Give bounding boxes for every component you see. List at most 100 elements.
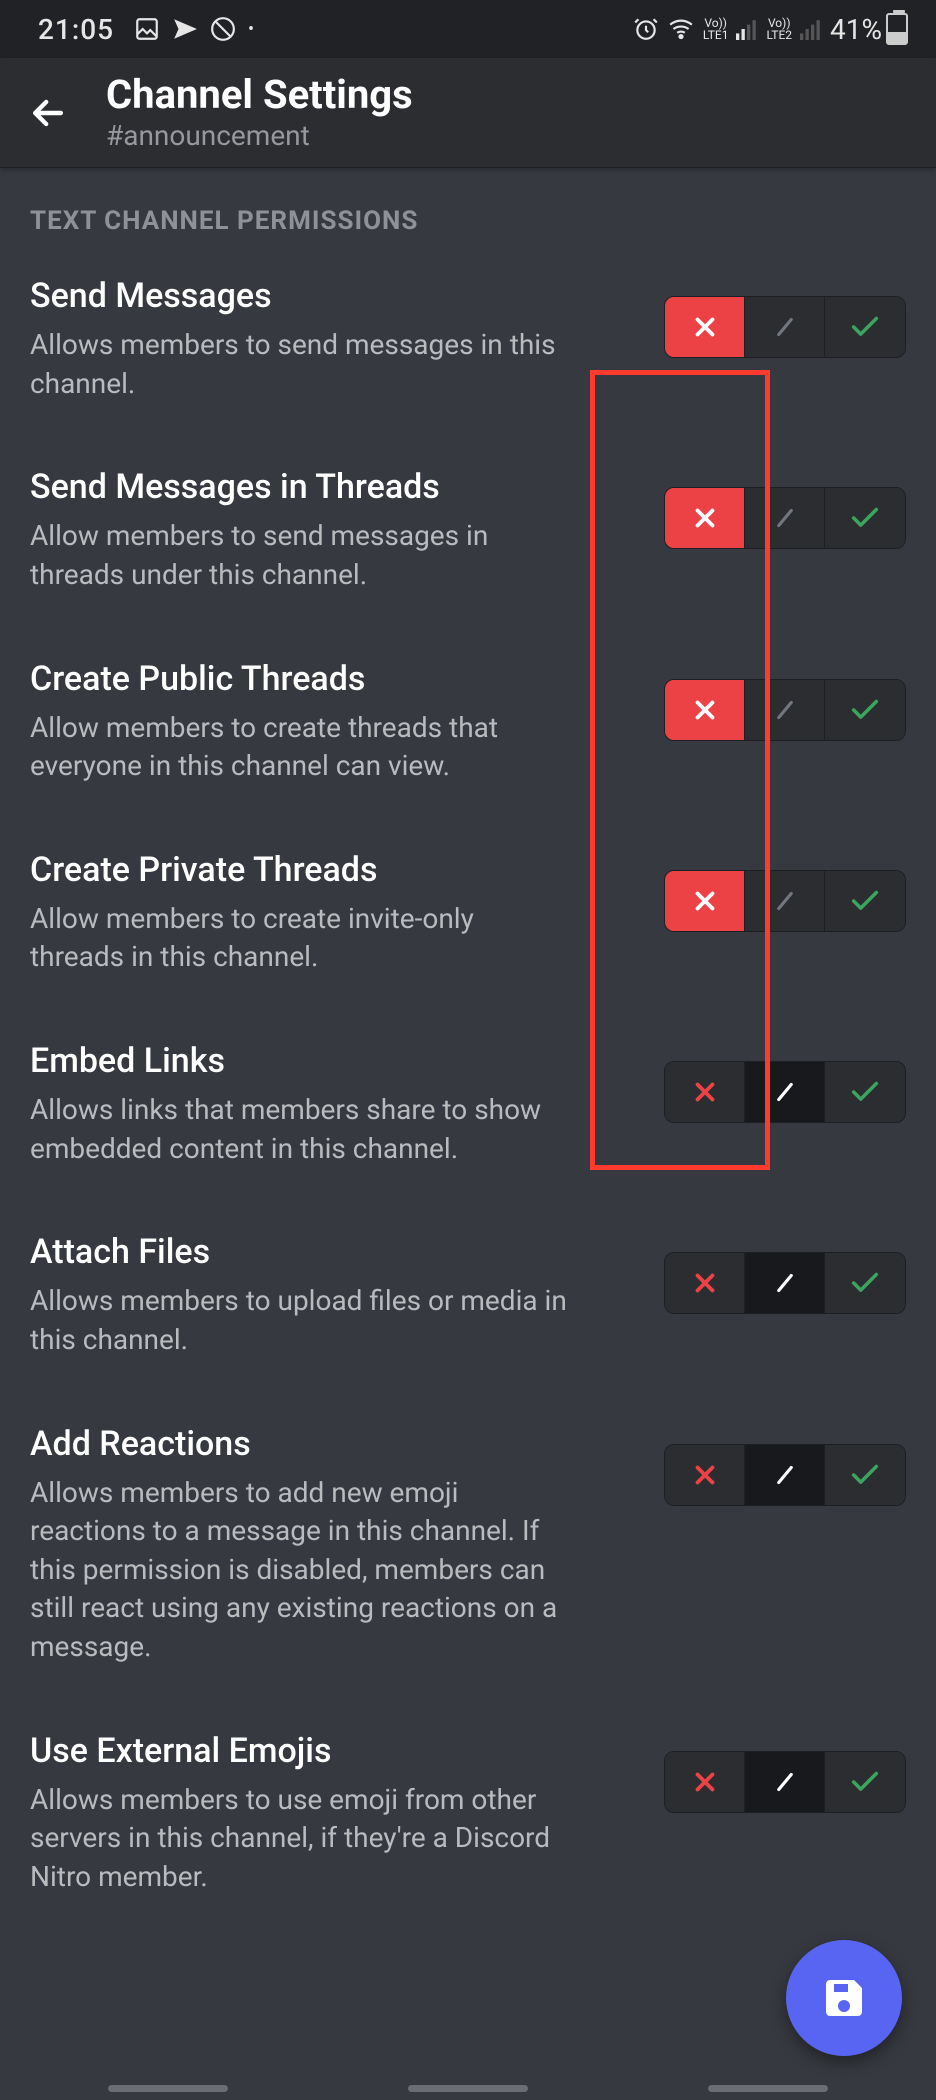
permission-row: Attach FilesAllows members to upload fil… bbox=[30, 1232, 906, 1359]
permission-allow-button[interactable] bbox=[825, 1752, 905, 1812]
slash-icon bbox=[770, 1767, 800, 1797]
app-header: Channel Settings #announcement bbox=[0, 58, 936, 168]
permission-toggle bbox=[664, 487, 906, 549]
header-titles: Channel Settings #announcement bbox=[106, 73, 413, 152]
permission-allow-button[interactable] bbox=[825, 488, 905, 548]
permission-title: Send Messages bbox=[30, 276, 570, 316]
permission-allow-button[interactable] bbox=[825, 297, 905, 357]
x-icon bbox=[690, 695, 720, 725]
permissions-list: Send Messages Allows members to send mess… bbox=[30, 276, 906, 1897]
permission-text: Send Messages Allows members to send mess… bbox=[30, 276, 590, 403]
permission-description: Allow members to send messages in thread… bbox=[30, 517, 570, 594]
permission-deny-button[interactable] bbox=[665, 871, 745, 931]
permission-neutral-button[interactable] bbox=[745, 1253, 825, 1313]
slash-icon bbox=[770, 503, 800, 533]
permission-title: Embed Links bbox=[30, 1041, 570, 1081]
nav-bar-segment bbox=[108, 2085, 228, 2092]
permission-toggle bbox=[664, 296, 906, 358]
permission-neutral-button[interactable] bbox=[745, 871, 825, 931]
permission-toggle bbox=[664, 1061, 906, 1123]
battery-indicator: 41% bbox=[830, 13, 908, 46]
permission-neutral-button[interactable] bbox=[745, 1445, 825, 1505]
permission-deny-button[interactable] bbox=[665, 680, 745, 740]
back-button[interactable] bbox=[24, 89, 72, 137]
check-icon bbox=[848, 310, 882, 344]
permission-neutral-button[interactable] bbox=[745, 1752, 825, 1812]
permission-description: Allows members to add new emoji reaction… bbox=[30, 1474, 570, 1667]
x-icon bbox=[690, 1077, 720, 1107]
permission-text: Create Public ThreadsAllow members to cr… bbox=[30, 659, 590, 786]
x-icon bbox=[690, 312, 720, 342]
content-area: TEXT CHANNEL PERMISSIONS Send MessagesAl… bbox=[0, 168, 936, 1897]
permission-title: Send Messages in Threads bbox=[30, 467, 570, 507]
x-icon bbox=[690, 503, 720, 533]
permission-row: Create Public ThreadsAllow members to cr… bbox=[30, 659, 906, 786]
permission-deny-button[interactable] bbox=[665, 297, 745, 357]
send-icon bbox=[172, 16, 198, 42]
permission-row: Create Private ThreadsAllow members to c… bbox=[30, 850, 906, 977]
permission-description: Allows links that members share to show … bbox=[30, 1091, 570, 1168]
check-icon bbox=[848, 501, 882, 535]
permission-neutral-button[interactable] bbox=[745, 488, 825, 548]
permission-allow-button[interactable] bbox=[825, 1062, 905, 1122]
permission-neutral-button[interactable] bbox=[745, 680, 825, 740]
status-bar: 21:05 • Vo)) LTE1 Vo)) LTE2 bbox=[0, 0, 936, 58]
save-icon bbox=[820, 1974, 868, 2022]
x-icon bbox=[690, 886, 720, 916]
permission-deny-button[interactable] bbox=[665, 1445, 745, 1505]
x-icon bbox=[690, 1460, 720, 1490]
permission-toggle bbox=[664, 679, 906, 741]
permission-deny-button[interactable] bbox=[665, 488, 745, 548]
permission-row: Use External EmojisAllows members to use… bbox=[30, 1731, 906, 1897]
permission-text: Send Messages in Threads Allow members to… bbox=[30, 467, 590, 594]
permission-text: Add Reactions Allows members to add new e… bbox=[30, 1424, 590, 1667]
x-icon bbox=[690, 1268, 720, 1298]
permission-deny-button[interactable] bbox=[665, 1752, 745, 1812]
battery-icon bbox=[886, 13, 908, 45]
permission-title: Create Public Threads bbox=[30, 659, 570, 699]
permission-text: Create Private ThreadsAllow members to c… bbox=[30, 850, 590, 977]
check-icon bbox=[848, 693, 882, 727]
nav-bar-segment bbox=[708, 2085, 828, 2092]
battery-percentage: 41% bbox=[830, 13, 882, 46]
permission-allow-button[interactable] bbox=[825, 1253, 905, 1313]
dnd-icon bbox=[210, 16, 236, 42]
permission-toggle bbox=[664, 1252, 906, 1314]
x-icon bbox=[690, 1767, 720, 1797]
permission-toggle bbox=[664, 1444, 906, 1506]
slash-icon bbox=[770, 1077, 800, 1107]
permission-text: Embed Links Allows links that members sha… bbox=[30, 1041, 590, 1168]
alarm-icon bbox=[633, 16, 659, 42]
save-fab[interactable] bbox=[786, 1940, 902, 2056]
signal-lte1: Vo)) LTE1 bbox=[703, 17, 729, 41]
dot-icon: • bbox=[248, 19, 254, 40]
check-icon bbox=[848, 884, 882, 918]
permission-deny-button[interactable] bbox=[665, 1253, 745, 1313]
nav-bar-segment bbox=[408, 2085, 528, 2092]
permission-row: Send Messages Allows members to send mess… bbox=[30, 276, 906, 403]
nav-indicator bbox=[0, 2085, 936, 2092]
check-icon bbox=[848, 1765, 882, 1799]
permission-description: Allows members to upload files or media … bbox=[30, 1282, 570, 1359]
permission-neutral-button[interactable] bbox=[745, 297, 825, 357]
permission-title: Add Reactions bbox=[30, 1424, 570, 1464]
permission-row: Embed Links Allows links that members sha… bbox=[30, 1041, 906, 1168]
permission-allow-button[interactable] bbox=[825, 1445, 905, 1505]
permission-allow-button[interactable] bbox=[825, 680, 905, 740]
permission-description: Allow members to create invite-only thre… bbox=[30, 900, 570, 977]
image-icon bbox=[134, 16, 160, 42]
status-right: Vo)) LTE1 Vo)) LTE2 41% bbox=[633, 13, 908, 46]
page-title: Channel Settings bbox=[106, 73, 413, 117]
permission-deny-button[interactable] bbox=[665, 1062, 745, 1122]
permission-toggle bbox=[664, 870, 906, 932]
slash-icon bbox=[770, 312, 800, 342]
permission-text: Use External EmojisAllows members to use… bbox=[30, 1731, 590, 1897]
check-icon bbox=[848, 1458, 882, 1492]
permission-neutral-button[interactable] bbox=[745, 1062, 825, 1122]
signal-bars-1-icon bbox=[736, 18, 758, 40]
permission-allow-button[interactable] bbox=[825, 871, 905, 931]
check-icon bbox=[848, 1075, 882, 1109]
permission-description: Allows members to send messages in this … bbox=[30, 326, 570, 403]
permission-description: Allows members to use emoji from other s… bbox=[30, 1781, 570, 1897]
check-icon bbox=[848, 1266, 882, 1300]
